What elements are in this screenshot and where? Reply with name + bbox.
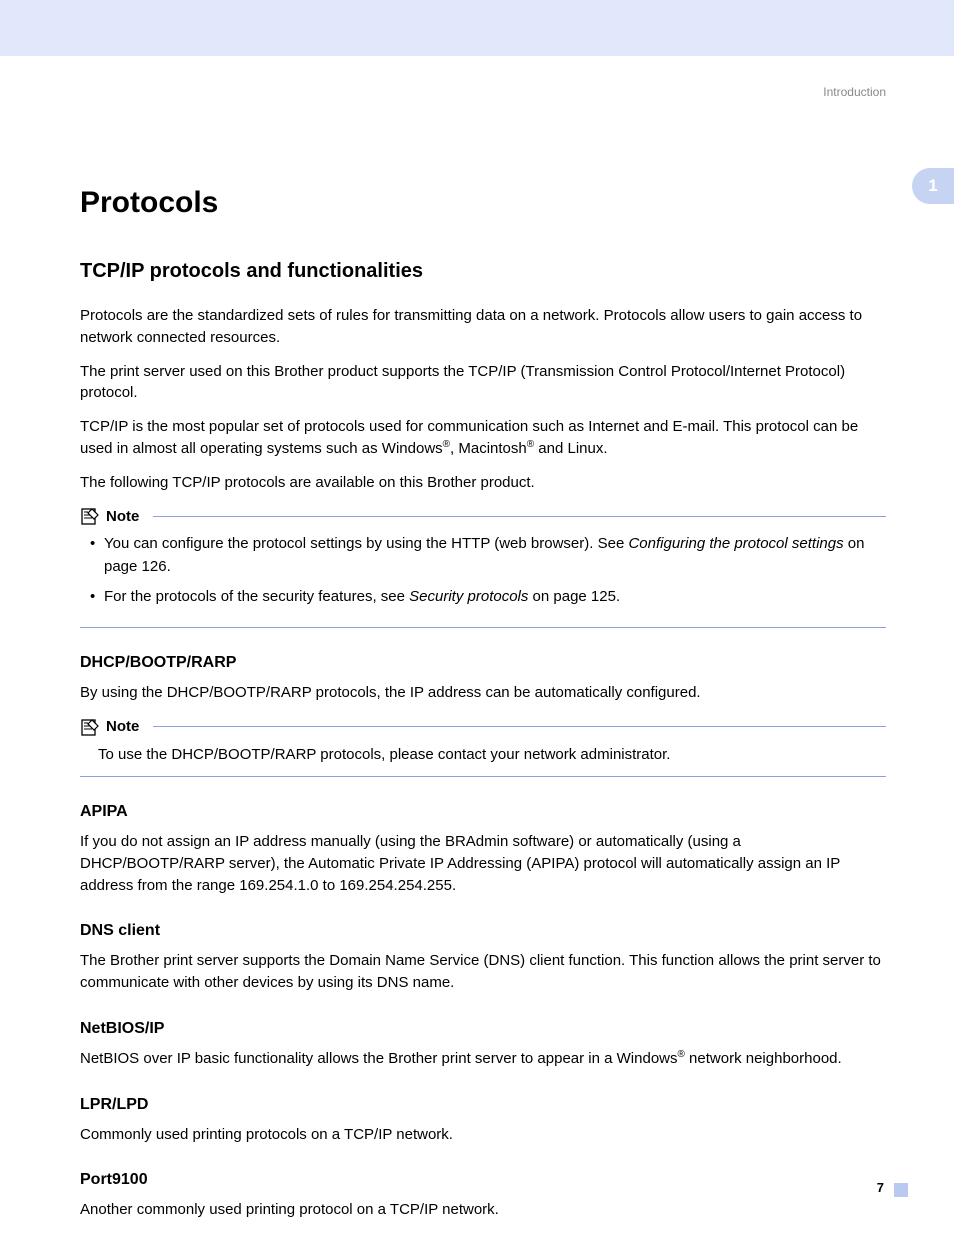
header-band — [0, 0, 954, 56]
page-corner-mark — [894, 1183, 908, 1197]
registered-mark: ® — [443, 439, 450, 450]
note-divider — [153, 516, 886, 517]
note-list-item: You can configure the protocol settings … — [90, 533, 886, 578]
note-block: Note You can configure the protocol sett… — [80, 507, 886, 628]
note-block: Note To use the DHCP/BOOTP/RARP protocol… — [80, 718, 886, 778]
chapter-tab: 1 — [912, 168, 954, 204]
body-text: Protocols are the standardized sets of r… — [80, 305, 886, 349]
note-text: To use the DHCP/BOOTP/RARP protocols, pl… — [84, 744, 886, 767]
note-label: Note — [106, 508, 139, 525]
link-reference[interactable]: Security protocols — [409, 588, 528, 605]
note-icon — [80, 718, 100, 736]
link-reference[interactable]: Configuring the protocol settings — [628, 535, 843, 552]
text-run: You can configure the protocol settings … — [104, 535, 628, 552]
text-run: network neighborhood. — [685, 1050, 842, 1067]
page-content: Protocols TCP/IP protocols and functiona… — [0, 56, 954, 1221]
subsection-heading-netbios: NetBIOS/IP — [80, 1020, 886, 1038]
note-body: To use the DHCP/BOOTP/RARP protocols, pl… — [80, 744, 886, 778]
subsection-heading-lpr: LPR/LPD — [80, 1096, 886, 1114]
body-text: The print server used on this Brother pr… — [80, 361, 886, 405]
note-icon — [80, 507, 100, 525]
body-text: TCP/IP is the most popular set of protoc… — [80, 416, 886, 460]
subsection-heading-dns: DNS client — [80, 922, 886, 940]
text-run: on page 125. — [528, 588, 620, 605]
body-text: The following TCP/IP protocols are avail… — [80, 472, 886, 494]
body-text: Commonly used printing protocols on a TC… — [80, 1124, 886, 1146]
note-header: Note — [80, 718, 886, 736]
body-text: NetBIOS over IP basic functionality allo… — [80, 1048, 886, 1070]
page-number: 7 — [877, 1180, 884, 1195]
note-list-item: For the protocols of the security featur… — [90, 586, 886, 609]
body-text: If you do not assign an IP address manua… — [80, 831, 886, 896]
subsection-heading-dhcp: DHCP/BOOTP/RARP — [80, 654, 886, 672]
note-label: Note — [106, 718, 139, 735]
body-text: Another commonly used printing protocol … — [80, 1199, 886, 1221]
body-text: By using the DHCP/BOOTP/RARP protocols, … — [80, 682, 886, 704]
registered-mark: ® — [678, 1049, 685, 1060]
section-heading-tcpip: TCP/IP protocols and functionalities — [80, 260, 886, 283]
page-title: Protocols — [80, 186, 886, 220]
body-text: The Brother print server supports the Do… — [80, 950, 886, 994]
note-body: You can configure the protocol settings … — [80, 533, 886, 628]
text-run: , Macintosh — [450, 440, 527, 457]
text-run: For the protocols of the security featur… — [104, 588, 409, 605]
subsection-heading-apipa: APIPA — [80, 803, 886, 821]
breadcrumb: Introduction — [823, 85, 886, 99]
note-header: Note — [80, 507, 886, 525]
text-run: and Linux. — [534, 440, 607, 457]
text-run: NetBIOS over IP basic functionality allo… — [80, 1050, 678, 1067]
subsection-heading-port9100: Port9100 — [80, 1171, 886, 1189]
note-divider — [153, 726, 886, 727]
